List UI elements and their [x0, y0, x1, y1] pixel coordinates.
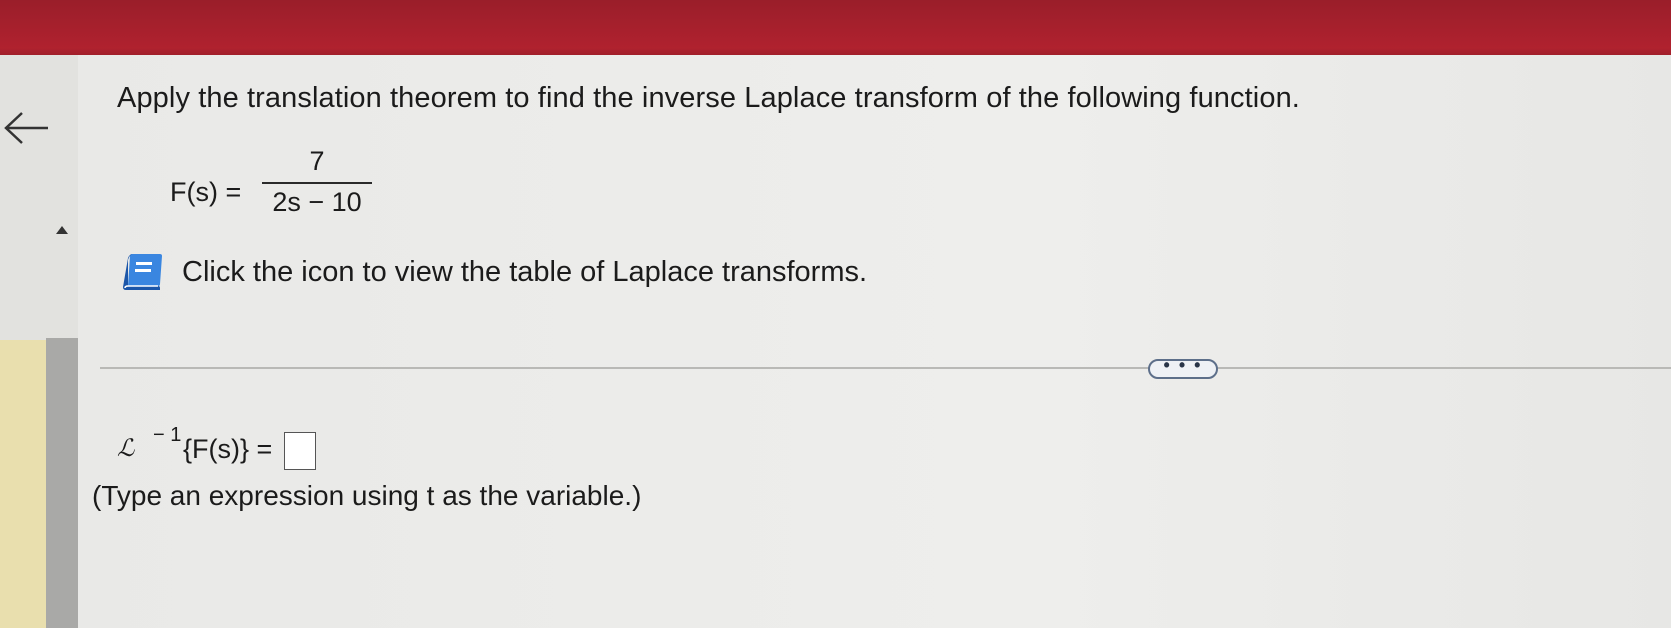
back-arrow-icon[interactable] [2, 110, 52, 146]
more-options-button[interactable]: • • • [1148, 356, 1218, 379]
question-text: Apply the translation theorem to find th… [117, 82, 1300, 114]
laplace-operator: ℒ [117, 434, 135, 462]
hint-text: Click the icon to view the table of Lapl… [182, 256, 868, 288]
answer-instruction: (Type an expression using t as the varia… [92, 480, 642, 511]
left-scrollbar[interactable] [46, 338, 78, 628]
collapse-triangle-icon[interactable] [55, 225, 69, 235]
left-rail-highlight [0, 340, 46, 628]
fraction-bar [262, 182, 372, 184]
book-icon[interactable] [120, 252, 164, 292]
question-panel [78, 55, 1671, 628]
section-divider [100, 367, 1671, 369]
formula-lhs: F(s) = [170, 177, 242, 207]
answer-input[interactable] [284, 432, 316, 470]
inverse-superscript: − 1 [153, 424, 182, 446]
fraction-denominator: 2s − 10 [272, 187, 362, 217]
answer-lhs: {F(s)} = [183, 434, 273, 464]
fraction-numerator: 7 [309, 146, 325, 176]
top-header-bar [0, 0, 1671, 55]
